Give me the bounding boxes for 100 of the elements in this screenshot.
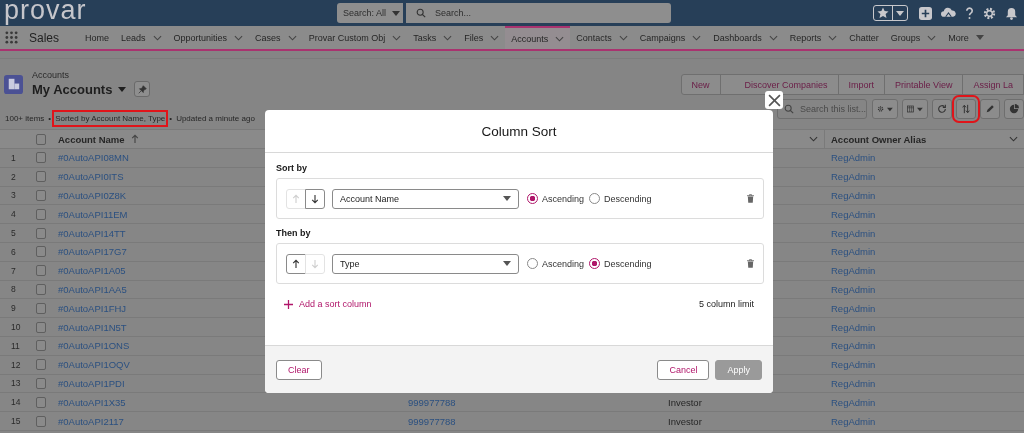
account-name-link[interactable]: #0AutoAPI1N5T	[58, 321, 127, 333]
nav-tab[interactable]: Cases	[249, 26, 303, 49]
radio-button[interactable]	[589, 258, 601, 269]
row-checkbox[interactable]	[36, 227, 46, 239]
account-name-link[interactable]: #0AutoAPI1A05	[58, 265, 126, 277]
account-name-link[interactable]: #0AutoAPI14TT	[58, 227, 126, 239]
field-select[interactable]: Type	[332, 253, 519, 274]
owner-alias-link[interactable]: RegAdmin	[831, 208, 876, 220]
nav-tab[interactable]: Accounts	[505, 26, 571, 49]
refresh-button[interactable]	[932, 99, 952, 119]
row-checkbox[interactable]	[36, 359, 46, 371]
column-header[interactable]: Account Owner Alias	[824, 130, 1024, 148]
account-name-link[interactable]: #0AutoAPI0Z8K	[58, 190, 127, 201]
owner-alias-link[interactable]: RegAdmin	[831, 377, 876, 389]
account-name-link[interactable]: #0AutoAPI2117	[58, 415, 124, 427]
bell-icon[interactable]	[1005, 6, 1018, 20]
action-button[interactable]: Assign La	[962, 74, 1024, 95]
row-checkbox[interactable]	[36, 190, 46, 201]
nav-tab[interactable]: Dashboards	[707, 26, 784, 49]
account-name-link[interactable]: #0AutoAPI17G7	[58, 246, 127, 258]
row-checkbox[interactable]	[36, 321, 46, 333]
settings-button[interactable]	[872, 99, 898, 119]
owner-alias-link[interactable]: RegAdmin	[831, 171, 876, 183]
row-checkbox[interactable]	[36, 340, 46, 352]
account-name-link[interactable]: #0AutoAPI1AA5	[58, 283, 127, 295]
nav-tab[interactable]: Opportunities	[167, 26, 250, 49]
search-scope-dropdown[interactable]: Search: All	[337, 3, 403, 23]
radio-button[interactable]	[589, 193, 601, 204]
list-view-selector[interactable]: My Accounts	[32, 81, 127, 97]
select-all-checkbox[interactable]	[36, 133, 46, 145]
nav-tab[interactable]: Tasks	[407, 26, 459, 49]
owner-alias-link[interactable]: RegAdmin	[831, 190, 876, 201]
move-down-button[interactable]	[305, 188, 325, 209]
help-icon[interactable]	[965, 6, 974, 20]
delete-button[interactable]	[747, 259, 754, 268]
phone-link[interactable]: 999977788	[408, 415, 456, 427]
account-name-link[interactable]: #0AutoAPI1ONS	[58, 340, 130, 352]
cloud-icon[interactable]	[941, 7, 956, 19]
account-name-link[interactable]: #0AutoAPI0ITS	[58, 171, 124, 183]
account-name-link[interactable]: #0AutoAPI1FHJ	[58, 302, 127, 314]
nav-tab[interactable]: Home	[79, 26, 116, 49]
owner-alias-link[interactable]: RegAdmin	[831, 321, 876, 333]
edit-button[interactable]	[980, 99, 1000, 119]
add-sort-column-link[interactable]: Add a sort column	[284, 299, 372, 309]
nav-tab[interactable]: Reports	[783, 26, 844, 49]
owner-alias-link[interactable]: RegAdmin	[831, 227, 876, 239]
phone-link[interactable]: 999977788	[408, 396, 456, 408]
account-name-link[interactable]: #0AutoAPI11EM	[58, 208, 128, 220]
nav-tab[interactable]: Leads	[115, 26, 168, 49]
owner-alias-link[interactable]: RegAdmin	[831, 396, 876, 408]
pin-button[interactable]	[134, 81, 151, 97]
row-checkbox[interactable]	[36, 152, 46, 164]
nav-tab[interactable]: Files	[458, 26, 506, 49]
favorites-button[interactable]	[873, 5, 908, 21]
owner-alias-link[interactable]: RegAdmin	[831, 283, 876, 295]
row-checkbox[interactable]	[36, 283, 46, 295]
nav-tab[interactable]: Campaigns	[633, 26, 708, 49]
radio-button[interactable]	[527, 258, 538, 269]
dialog-button[interactable]: Cancel	[657, 359, 710, 380]
move-up-button[interactable]	[286, 253, 306, 274]
nav-tab[interactable]: Contacts	[570, 26, 634, 49]
row-checkbox[interactable]	[36, 415, 46, 427]
columns-button[interactable]	[902, 99, 928, 119]
action-button[interactable]: New	[680, 74, 721, 95]
owner-alias-link[interactable]: RegAdmin	[831, 302, 876, 314]
chart-button[interactable]	[1004, 99, 1024, 119]
account-name-link[interactable]: #0AutoAPI1PDI	[58, 377, 125, 389]
owner-alias-link[interactable]: RegAdmin	[831, 340, 876, 352]
row-checkbox[interactable]	[36, 265, 46, 277]
delete-button[interactable]	[747, 194, 754, 203]
chevron-down-icon[interactable]	[809, 136, 818, 142]
owner-alias-link[interactable]: RegAdmin	[831, 359, 876, 371]
owner-alias-link[interactable]: RegAdmin	[831, 415, 876, 427]
field-select[interactable]: Account Name	[332, 188, 519, 209]
nav-tab[interactable]: Groups	[884, 26, 943, 49]
owner-alias-link[interactable]: RegAdmin	[831, 246, 876, 258]
account-name-link[interactable]: #0AutoAPI1X35	[58, 396, 126, 408]
close-button[interactable]	[765, 91, 783, 109]
add-icon[interactable]	[919, 6, 932, 20]
owner-alias-link[interactable]: RegAdmin	[831, 265, 876, 277]
row-checkbox[interactable]	[36, 246, 46, 258]
row-checkbox[interactable]	[36, 171, 46, 183]
account-name-link[interactable]: #0AutoAPI1OQV	[58, 359, 130, 371]
nav-tab[interactable]: Chatter	[843, 26, 885, 49]
app-launcher-icon[interactable]	[5, 31, 18, 44]
nav-tab[interactable]: More	[942, 26, 990, 49]
settings-icon[interactable]	[983, 6, 996, 20]
dialog-button[interactable]: Clear	[276, 359, 322, 380]
action-button[interactable]: Discover Companies	[719, 74, 839, 95]
column-header[interactable]: Account Name	[52, 130, 402, 148]
row-checkbox[interactable]	[36, 377, 46, 389]
row-checkbox[interactable]	[36, 302, 46, 314]
row-checkbox[interactable]	[36, 396, 46, 408]
radio-button[interactable]	[527, 193, 538, 204]
action-button[interactable]: Printable View	[884, 74, 964, 95]
nav-tab[interactable]: Provar Custom Obj	[302, 26, 408, 49]
owner-alias-link[interactable]: RegAdmin	[831, 152, 876, 164]
row-checkbox[interactable]	[36, 208, 46, 220]
account-name-link[interactable]: #0AutoAPI08MN	[58, 152, 129, 164]
action-button[interactable]: Import	[837, 74, 886, 95]
